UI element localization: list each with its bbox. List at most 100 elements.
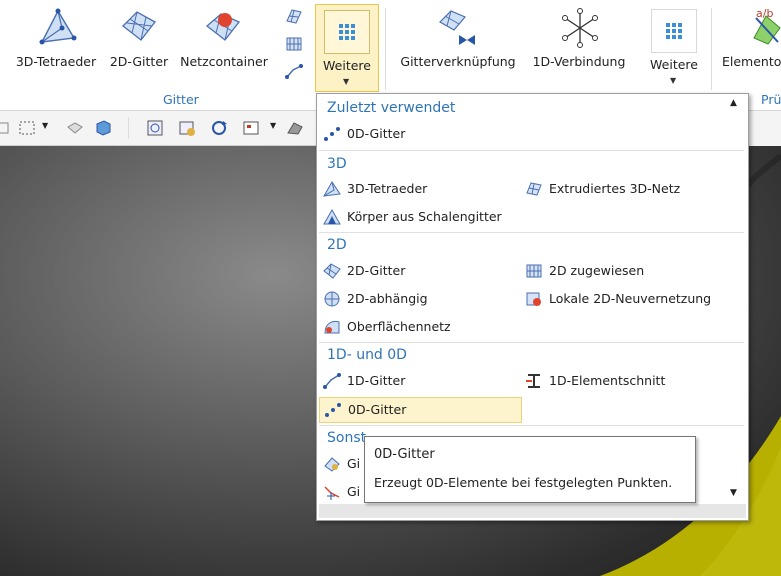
grid-dots-icon [666,23,682,39]
dependent-mesh-icon [324,291,340,307]
dropdown-resize-bar[interactable] [319,504,746,518]
element-button[interactable]: a/b Elemento [722,6,781,86]
ribbon-separator [385,8,386,90]
spider-connection-icon [562,8,598,48]
menu-item-lokale-2d-neuvernetzung[interactable]: Lokale 2D-Neuvernetzung [525,287,740,311]
menu-item-2d-abhaengig[interactable]: 2D-abhängig [323,287,518,311]
mesh-2d-icon [122,11,156,41]
chevron-down-icon[interactable]: ▼ [42,121,48,130]
menu-item-label: 2D zugewiesen [549,263,645,278]
menu-item-label: Körper aus Schalengitter [347,209,502,224]
mesh-1d-icon [323,373,341,389]
element-label: Elemento [722,54,781,69]
menu-item-label: Gi [347,484,361,499]
pan-icon[interactable] [178,119,196,137]
shell-to-solid-icon [323,209,341,225]
section-title-1d-0d: 1D- und 0D [327,347,407,363]
weitere-button-active[interactable]: Weitere ▼ [315,4,379,92]
menu-item-koerper-aus-schalengitter[interactable]: Körper aus Schalengitter [323,205,533,229]
menu-item-3d-tetraeder[interactable]: 3D-Tetraeder [323,177,518,201]
element-icon-text: a/b [756,7,774,20]
mesh-0d-icon [324,127,340,141]
show-body-icon[interactable] [94,119,112,137]
menu-item-label: 2D-abhängig [347,291,428,306]
weitere-2-label: Weitere [650,57,698,72]
menu-item-label: 0D-Gitter [347,126,406,141]
surface-mesh-icon [324,320,340,334]
mesh-link-icon [439,10,475,45]
gitterverknuepfung-button[interactable]: Gitterverknüpfung [395,6,521,86]
mesh-container-icon [205,13,241,41]
mesh-1d-small-icon[interactable] [284,62,304,80]
menu-item-label: Gi [347,456,361,471]
section-divider [319,150,744,151]
chevron-down-icon[interactable]: ▼ [270,121,276,130]
tooltip: 0D-Gitter Erzeugt 0D-Elemente bei festge… [364,436,696,503]
box-select-icon[interactable] [18,119,36,137]
section-divider [319,232,744,233]
cut-icon[interactable] [0,119,12,137]
extruded-mesh-icon [526,182,542,196]
chevron-down-icon: ▼ [343,77,350,86]
zoom-window-icon[interactable] [146,119,164,137]
section-title-recent: Zuletzt verwendet [327,100,456,116]
assigned-mesh-small-icon[interactable] [284,35,304,53]
section-title-2d: 2D [327,237,347,253]
view-orientation-icon[interactable] [242,119,260,137]
menu-item-label: Oberflächennetz [347,319,451,334]
weitere-label: Weitere [323,58,371,73]
menu-item-2d-zugewiesen[interactable]: 2D zugewiesen [525,259,740,283]
menu-item-extrudiertes-3d-netz[interactable]: Extrudiertes 3D-Netz [525,177,740,201]
quick-toolbar: ▼ ▼ [0,111,316,146]
extruded-mesh-small-icon[interactable] [284,7,304,25]
section-title-sonstige: Sonst [327,430,367,446]
section-divider [319,342,744,343]
group-label-gitter: Gitter [163,92,199,107]
menu-item-oberflaechennetz[interactable]: Oberflächennetz [323,315,518,339]
menu-item-label: 1D-Elementschnitt [549,373,666,388]
menu-item-0d-gitter-recent[interactable]: 0D-Gitter [323,122,533,146]
gitterverknuepfung-label: Gitterverknüpfung [400,54,516,69]
group-label-pruef: Prü [761,92,781,107]
netzcontainer-label: Netzcontainer [180,54,268,69]
weitere-2-icon-frame [651,9,697,53]
scroll-down-icon[interactable]: ▼ [730,488,737,498]
menu-item-label: Extrudiertes 3D-Netz [549,181,681,196]
menu-item-2d-gitter[interactable]: 2D-Gitter [323,259,518,283]
mesh-0d-icon [325,403,341,417]
menu-item-1d-gitter[interactable]: 1D-Gitter [323,369,518,393]
menu-item-label: 3D-Tetraeder [347,181,428,196]
beam-section-icon [526,374,540,388]
tetrahedron-icon [39,8,77,45]
local-remesh-icon [526,292,541,306]
tooltip-title: 0D-Gitter [374,447,435,462]
tetraeder-3d-button[interactable]: 3D-Tetraeder [8,6,104,86]
menu-item-1d-elementschnitt[interactable]: 1D-Elementschnitt [525,369,740,393]
section-divider [319,425,744,426]
menu-item-sonstige-2[interactable]: Gi [323,480,363,504]
menu-item-label: 1D-Gitter [347,373,406,388]
menu-item-sonstige-1[interactable]: Gi [323,452,363,476]
rotate-icon[interactable] [210,119,228,137]
weitere-button-2[interactable]: Weitere ▼ [643,4,705,92]
menu-item-label: 0D-Gitter [348,402,407,417]
verbindung-1d-label: 1D-Verbindung [532,54,626,69]
menu-item-label: Lokale 2D-Neuvernetzung [549,291,712,306]
tooltip-description: Erzeugt 0D-Elemente bei festgelegten Pun… [374,475,673,490]
toolbar-separator [128,117,129,139]
mesh-edit-icon [324,486,340,500]
grid-dots-icon [339,24,355,40]
gitter-2d-label: 2D-Gitter [109,54,169,69]
display-style-icon[interactable] [286,119,304,137]
tetraeder-3d-label: 3D-Tetraeder [15,54,97,69]
menu-item-label: 2D-Gitter [347,263,406,278]
assigned-mesh-icon [526,264,542,278]
mesh-2d-icon [323,263,341,279]
menu-item-0d-gitter[interactable]: 0D-Gitter [319,397,522,423]
gitter-2d-button[interactable]: 2D-Gitter [105,6,173,86]
verbindung-1d-button[interactable]: 1D-Verbindung [524,6,634,86]
weitere-icon-frame [324,10,370,54]
hide-body-icon[interactable] [66,119,84,137]
netzcontainer-button[interactable]: Netzcontainer [175,6,273,86]
scroll-up-icon[interactable]: ▲ [730,98,737,108]
